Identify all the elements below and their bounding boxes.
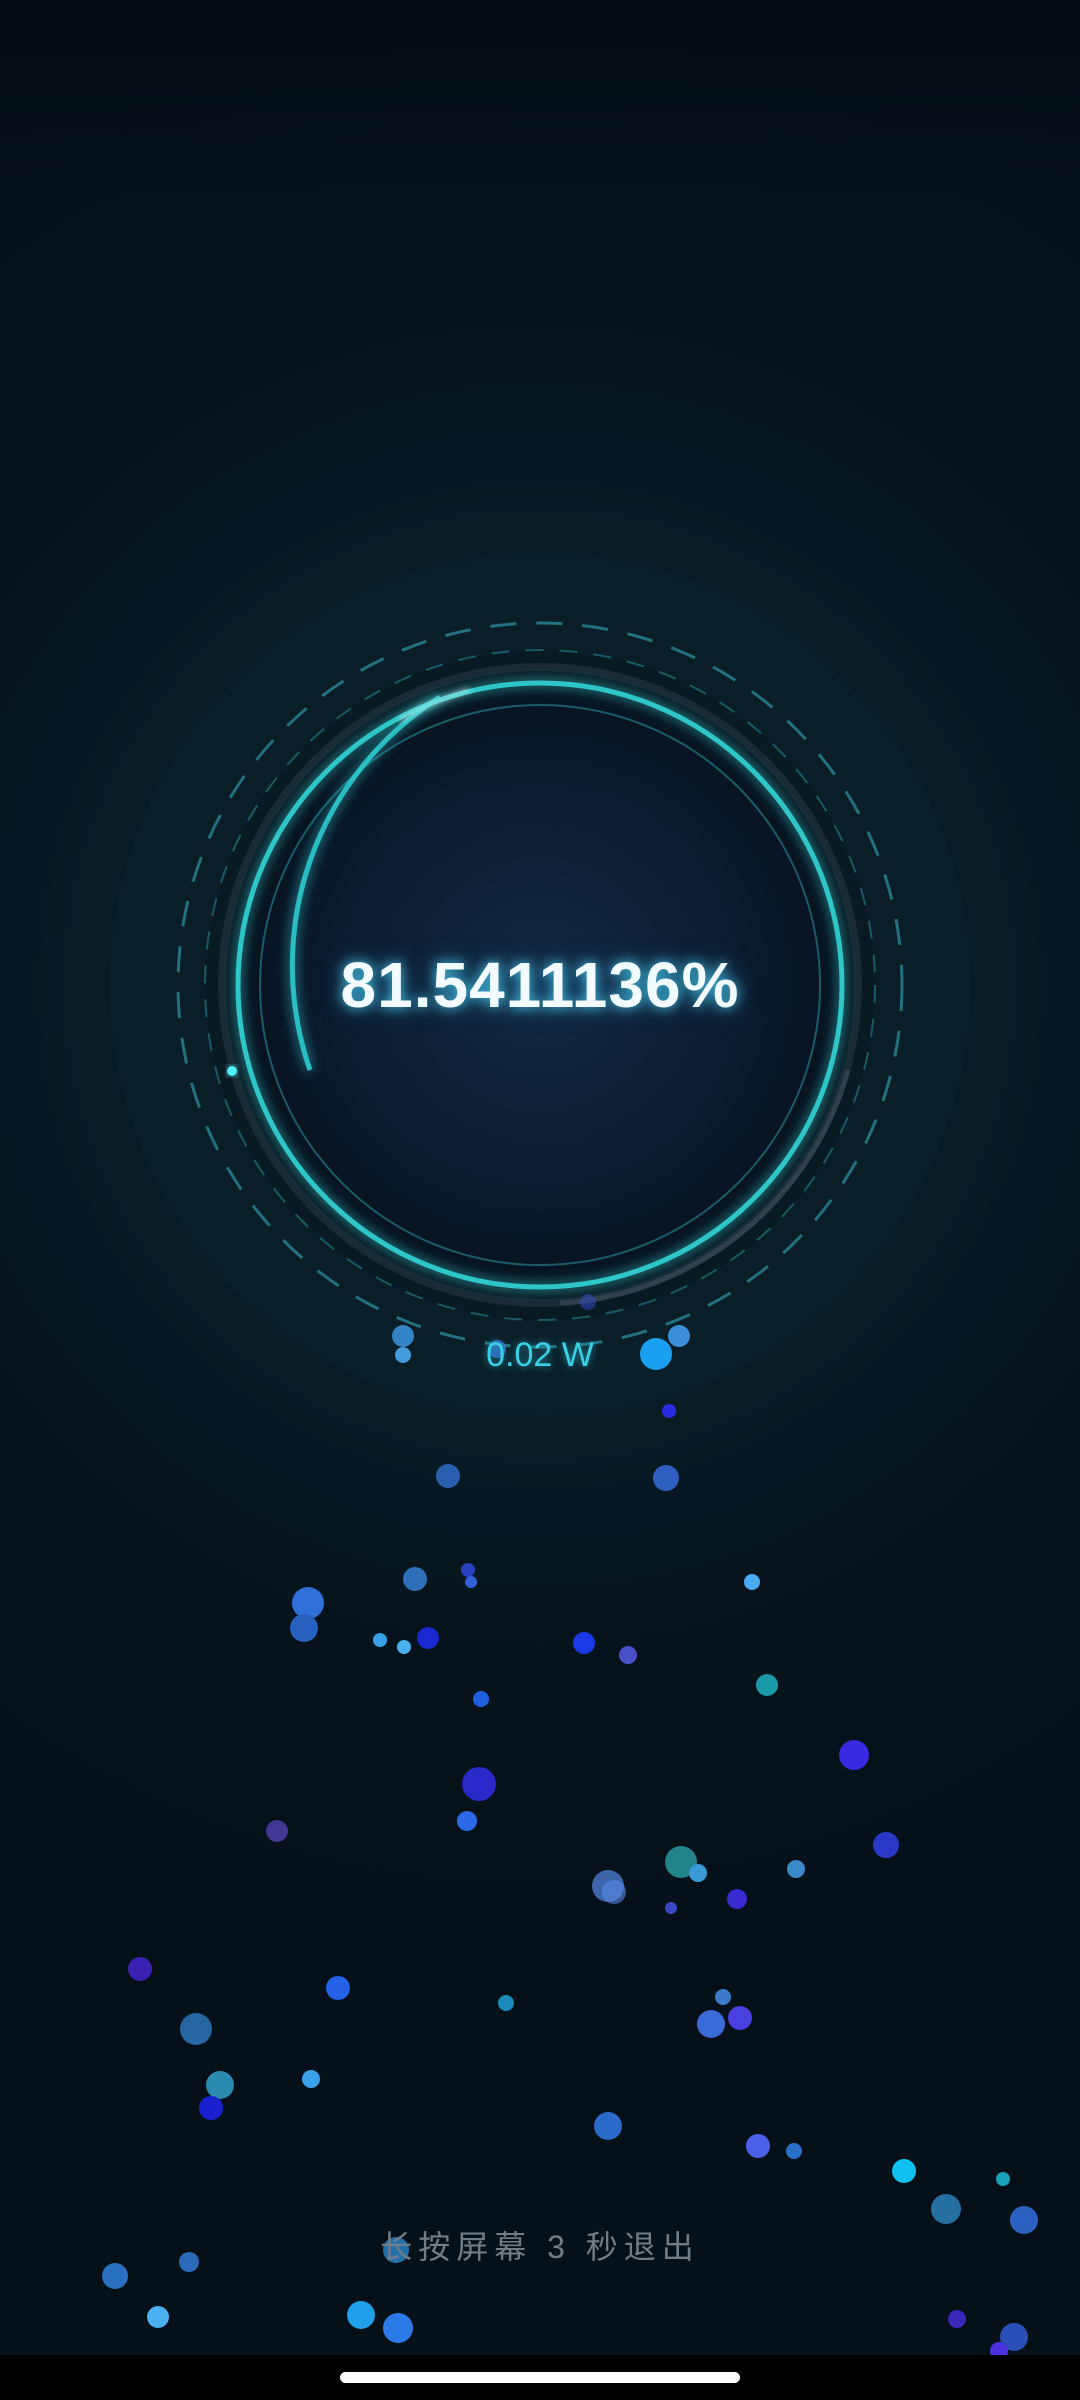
particle bbox=[292, 1587, 324, 1619]
ring-spark bbox=[227, 1066, 237, 1076]
particle bbox=[290, 1614, 318, 1642]
particle bbox=[665, 1902, 677, 1914]
charging-screen[interactable]: 81.5411136% 0.02 W 长按屏幕 3 秒退出 bbox=[0, 0, 1080, 2400]
particle bbox=[397, 1640, 411, 1654]
particle bbox=[756, 1674, 778, 1696]
particle bbox=[697, 2010, 725, 2038]
particle bbox=[715, 1989, 731, 2005]
particle bbox=[326, 1976, 350, 2000]
particle bbox=[206, 2071, 234, 2099]
particle bbox=[465, 1576, 477, 1588]
particle bbox=[662, 1404, 676, 1418]
particle bbox=[619, 1646, 637, 1664]
particle bbox=[892, 2159, 916, 2183]
particle bbox=[403, 1567, 427, 1591]
particle bbox=[931, 2194, 961, 2224]
particle bbox=[786, 2143, 802, 2159]
particle bbox=[373, 1633, 387, 1647]
particle bbox=[602, 1880, 626, 1904]
particle bbox=[461, 1563, 475, 1577]
particle bbox=[744, 1574, 760, 1590]
particle bbox=[347, 2301, 375, 2329]
particle bbox=[573, 1632, 595, 1654]
home-indicator[interactable] bbox=[340, 2372, 740, 2383]
particle bbox=[436, 1464, 460, 1488]
particle bbox=[180, 2013, 212, 2045]
charging-power-label: 0.02 W bbox=[486, 1336, 594, 1374]
particle bbox=[473, 1691, 489, 1707]
particle bbox=[147, 2306, 169, 2328]
particle bbox=[383, 2313, 413, 2343]
exit-hint-text: 长按屏幕 3 秒退出 bbox=[380, 2229, 700, 2265]
particle bbox=[594, 2112, 622, 2140]
particle bbox=[689, 1864, 707, 1882]
particle bbox=[948, 2310, 966, 2328]
particle bbox=[498, 1995, 514, 2011]
particle bbox=[266, 1820, 288, 1842]
particle bbox=[462, 1767, 496, 1801]
particle bbox=[746, 2134, 770, 2158]
charging-halo bbox=[40, 485, 1040, 2360]
particle bbox=[302, 2070, 320, 2088]
particle bbox=[179, 2252, 199, 2272]
particle bbox=[787, 1860, 805, 1878]
particle bbox=[580, 1294, 596, 1310]
particle bbox=[728, 2006, 752, 2030]
particle bbox=[199, 2096, 223, 2120]
particle bbox=[839, 1740, 869, 1770]
particle bbox=[417, 1627, 439, 1649]
particle bbox=[457, 1811, 477, 1831]
particle bbox=[873, 1832, 899, 1858]
particle bbox=[653, 1465, 679, 1491]
particle bbox=[1010, 2206, 1038, 2234]
particle bbox=[102, 2263, 128, 2289]
particle bbox=[128, 1957, 152, 1981]
charge-percent-label: 81.5411136% bbox=[340, 949, 740, 1021]
particle bbox=[996, 2172, 1010, 2186]
particle bbox=[727, 1889, 747, 1909]
